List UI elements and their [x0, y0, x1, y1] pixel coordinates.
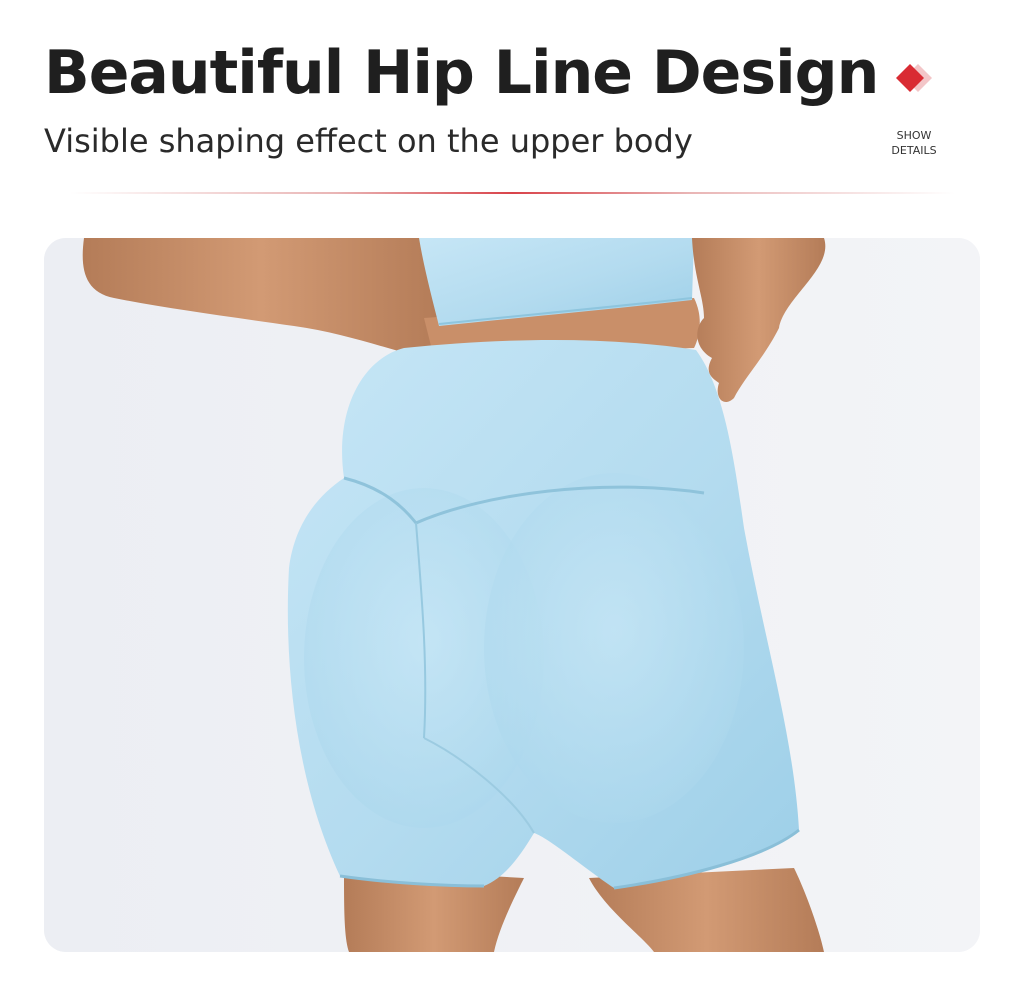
- header-divider: [70, 192, 955, 194]
- show-details-badge[interactable]: SHOW DETAILS: [872, 60, 956, 170]
- page-subtitle: Visible shaping effect on the upper body: [44, 122, 693, 160]
- show-label: SHOW: [896, 129, 932, 142]
- product-photo: [44, 238, 980, 952]
- details-label: DETAILS: [891, 144, 937, 157]
- model-illustration: [44, 238, 980, 952]
- show-details-label: SHOW DETAILS: [872, 128, 956, 158]
- diamond-icon: [896, 64, 932, 92]
- page-title: Beautiful Hip Line Design: [44, 38, 879, 108]
